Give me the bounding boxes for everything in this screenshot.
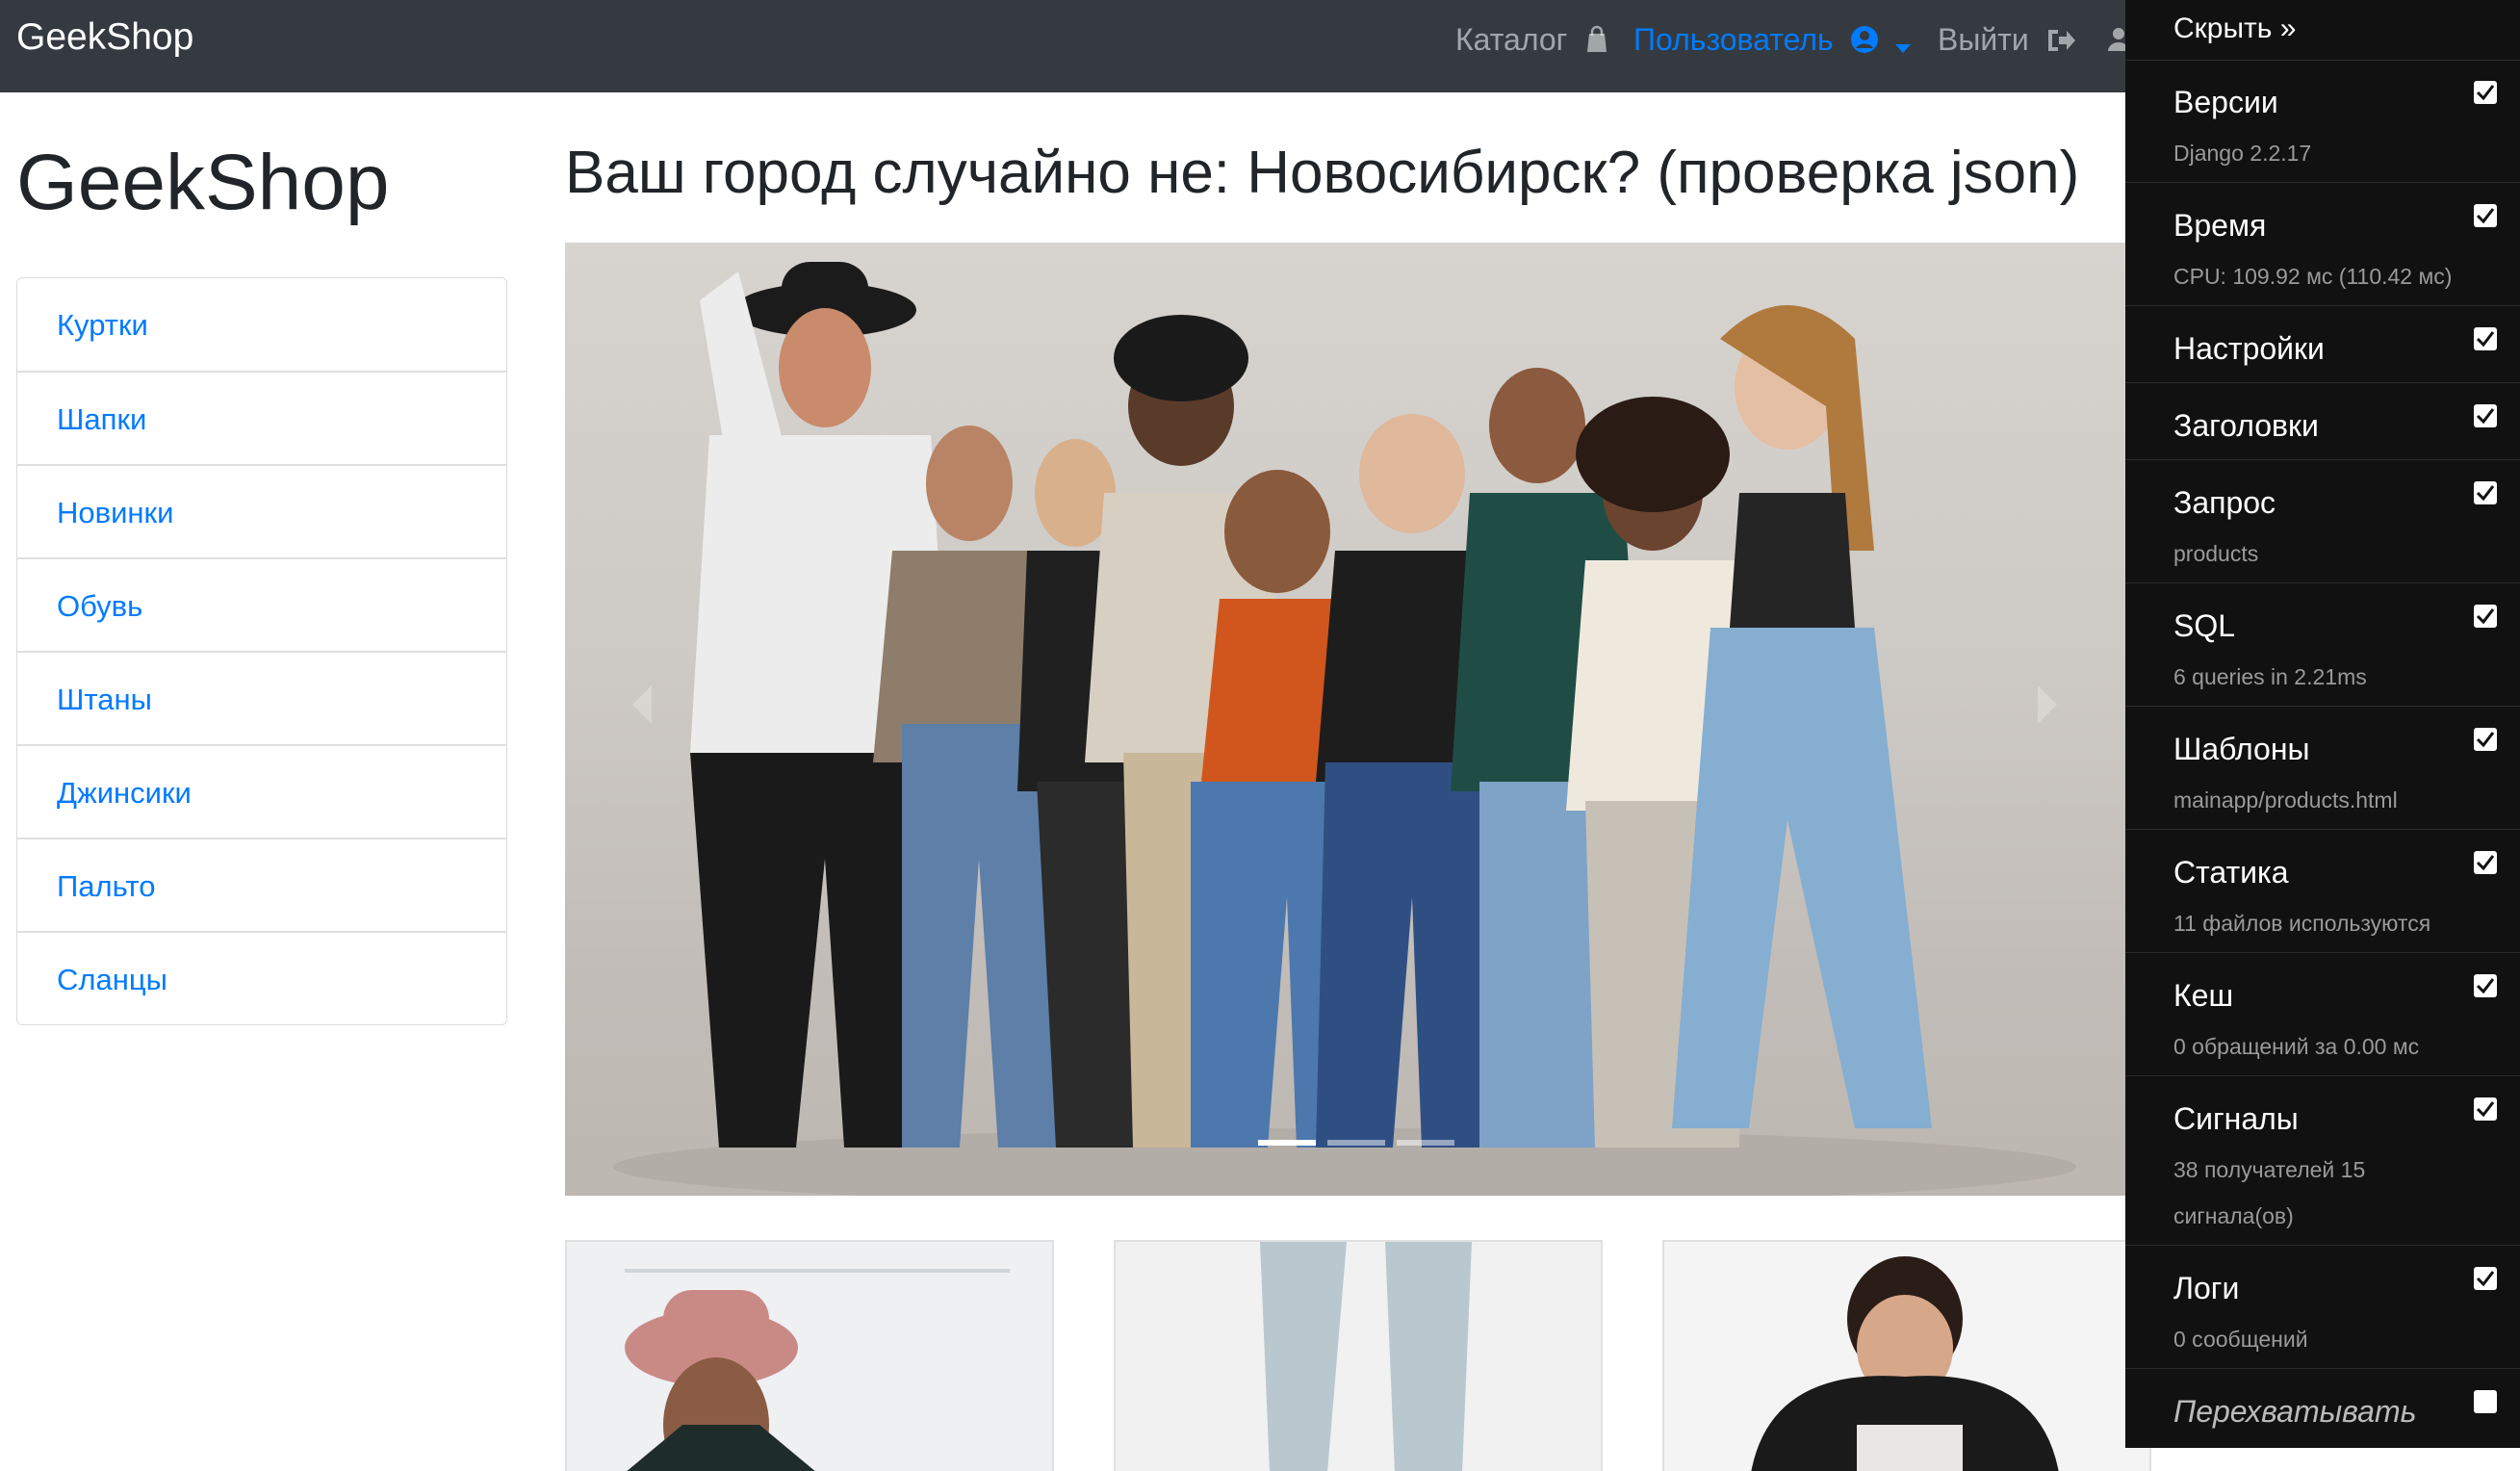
- checkmark-icon: [2476, 732, 2495, 748]
- debug-panel-checkbox-unchecked[interactable]: [2474, 1390, 2497, 1413]
- sign-out-icon: [2047, 30, 2075, 51]
- debug-panel-sql[interactable]: SQL 6 queries in 2.21ms: [2125, 583, 2520, 707]
- checkmark-icon: [2476, 408, 2495, 425]
- product-card-3[interactable]: [1662, 1240, 2151, 1471]
- debug-panel-settings[interactable]: Настройки: [2125, 306, 2520, 383]
- category-item-coats[interactable]: Пальто: [17, 838, 506, 931]
- debug-panel-subtitle: 38 получателей 15 сигнала(ов): [2173, 1157, 2366, 1228]
- debug-panel-signals[interactable]: Сигналы 38 получателей 15 сигнала(ов): [2125, 1076, 2520, 1246]
- debug-panel-title: Логи: [2173, 1271, 2240, 1305]
- checkmark-icon: [2476, 85, 2495, 101]
- checkmark-icon: [2476, 208, 2495, 224]
- debug-panel-checkbox[interactable]: [2474, 605, 2497, 628]
- debug-panel-checkbox[interactable]: [2474, 81, 2497, 104]
- carousel-indicator-3[interactable]: [1397, 1140, 1454, 1146]
- debug-panel-subtitle: Django 2.2.17: [2173, 141, 2312, 166]
- debug-panel-intercept[interactable]: Перехватывать: [2125, 1369, 2520, 1448]
- debug-panel-title: Время: [2173, 208, 2267, 243]
- debug-panel-title: SQL: [2173, 608, 2236, 643]
- debug-toolbar: Скрыть » Версии Django 2.2.17 Время CPU:…: [2125, 0, 2520, 1448]
- navbar-brand[interactable]: GeekShop: [16, 13, 193, 62]
- debug-panel-static[interactable]: Статика 11 файлов используются: [2125, 830, 2520, 953]
- debug-panel-subtitle: products: [2173, 541, 2259, 566]
- nav-logout-link[interactable]: Выйти: [1938, 17, 2076, 62]
- debug-panel-checkbox[interactable]: [2474, 327, 2497, 350]
- product-card-2[interactable]: [1114, 1240, 1603, 1471]
- nav-user-label: Пользователь: [1633, 22, 1834, 57]
- debug-panel-checkbox[interactable]: [2474, 404, 2497, 427]
- caret-down-icon: [1895, 44, 1912, 53]
- debug-panel-request[interactable]: Запрос products: [2125, 460, 2520, 583]
- product-card-1[interactable]: [565, 1240, 1054, 1471]
- debug-panel-subtitle: 6 queries in 2.21ms: [2173, 664, 2367, 689]
- debug-panel-logging[interactable]: Логи 0 сообщений: [2125, 1246, 2520, 1369]
- debug-panel-title: Настройки: [2173, 331, 2325, 366]
- nav-logout-label: Выйти: [1938, 22, 2029, 57]
- category-item-trousers[interactable]: Штаны: [17, 651, 506, 744]
- product-image-hoodie: [1664, 1242, 2149, 1471]
- category-item-jeans[interactable]: Джинсики: [17, 744, 506, 838]
- debug-panel-subtitle: CPU: 109.92 мс (110.42 мс): [2173, 264, 2453, 289]
- debug-panel-checkbox[interactable]: [2474, 974, 2497, 997]
- debug-panel-subtitle: 0 сообщений: [2173, 1327, 2308, 1352]
- category-item-hats[interactable]: Шапки: [17, 371, 506, 464]
- product-image-jeans: [1116, 1242, 1601, 1471]
- shopping-bag-icon: [1587, 25, 1607, 52]
- checkmark-icon: [2476, 608, 2495, 625]
- debug-panel-checkbox[interactable]: [2474, 204, 2497, 227]
- carousel-indicator-2[interactable]: [1327, 1140, 1385, 1146]
- debug-panel-checkbox[interactable]: [2474, 851, 2497, 874]
- page-title: Ваш город случайно не: Новосибирск? (про…: [565, 140, 2080, 206]
- debug-panel-title: Перехватывать: [2173, 1394, 2417, 1429]
- category-list: Куртки Шапки Новинки Обувь Штаны Джинсик…: [16, 277, 507, 1025]
- debug-panel-title: Заголовки: [2173, 408, 2319, 443]
- user-circle-icon: [1850, 26, 1878, 53]
- debug-panel-subtitle: 0 обращений за 0.00 мс: [2173, 1034, 2420, 1059]
- debug-panel-subtitle: mainapp/products.html: [2173, 787, 2398, 813]
- debug-panel-time[interactable]: Время CPU: 109.92 мс (110.42 мс): [2125, 183, 2520, 306]
- debug-panel-title: Шаблоны: [2173, 732, 2310, 766]
- nav-catalog-link[interactable]: Каталог: [1455, 17, 1610, 62]
- category-item-new[interactable]: Новинки: [17, 464, 506, 557]
- debug-panel-checkbox[interactable]: [2474, 1267, 2497, 1290]
- carousel-indicator-1[interactable]: [1258, 1140, 1316, 1146]
- debug-panel-subtitle: 11 файлов используются: [2173, 911, 2431, 936]
- nav-catalog-label: Каталог: [1455, 22, 1568, 57]
- sidebar-title: GeekShop: [16, 139, 390, 226]
- debug-panel-title: Сигналы: [2173, 1101, 2299, 1136]
- debug-panel-checkbox[interactable]: [2474, 728, 2497, 751]
- category-item-slippers[interactable]: Сланцы: [17, 931, 506, 1024]
- hero-carousel[interactable]: [565, 243, 2125, 1196]
- product-image-bucket-hat: [567, 1242, 1052, 1471]
- debug-panel-cache[interactable]: Кеш 0 обращений за 0.00 мс: [2125, 953, 2520, 1076]
- debug-panel-headers[interactable]: Заголовки: [2125, 383, 2520, 460]
- debug-panel-checkbox[interactable]: [2474, 1097, 2497, 1121]
- checkmark-icon: [2476, 485, 2495, 502]
- debug-toolbar-hide-button[interactable]: Скрыть »: [2173, 10, 2296, 48]
- debug-panel-title: Запрос: [2173, 485, 2276, 520]
- debug-panel-title: Статика: [2173, 855, 2289, 890]
- debug-panel-checkbox[interactable]: [2474, 481, 2497, 504]
- checkmark-icon: [2476, 1271, 2495, 1287]
- checkmark-icon: [2476, 331, 2495, 348]
- debug-panel-title: Версии: [2173, 85, 2278, 119]
- nav-user-dropdown[interactable]: Пользователь: [1633, 17, 1912, 62]
- debug-panel-title: Кеш: [2173, 978, 2234, 1013]
- checkmark-icon: [2476, 1101, 2495, 1118]
- checkmark-icon: [2476, 855, 2495, 871]
- carousel-image-group-photo: [613, 262, 2076, 1196]
- debug-panel-templates[interactable]: Шаблоны mainapp/products.html: [2125, 707, 2520, 830]
- debug-panel-versions[interactable]: Версии Django 2.2.17: [2125, 60, 2520, 183]
- checkmark-icon: [2476, 978, 2495, 994]
- category-item-jackets[interactable]: Куртки: [17, 278, 506, 371]
- category-item-shoes[interactable]: Обувь: [17, 557, 506, 651]
